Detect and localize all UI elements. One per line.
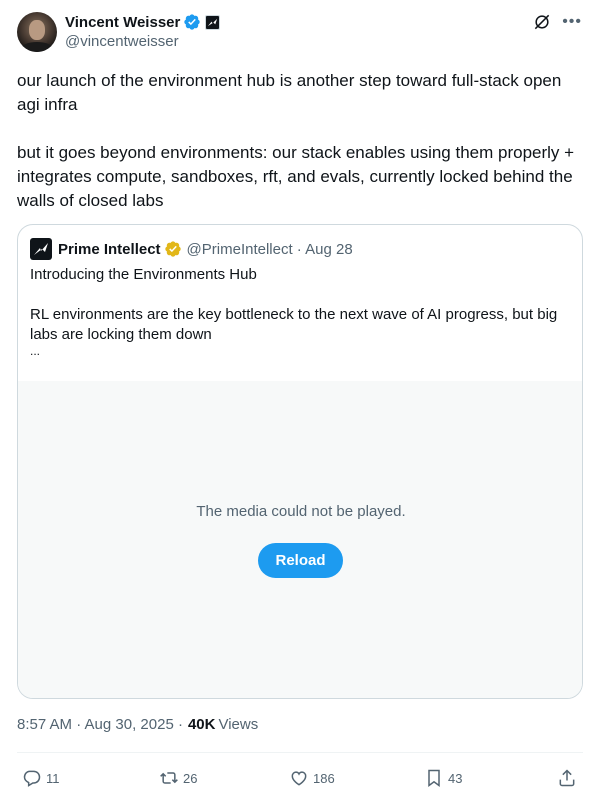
author-handle[interactable]: @vincentweisser [65, 33, 179, 50]
reload-button[interactable]: Reload [258, 543, 343, 578]
quoted-text-line: Introducing the Environments Hub [30, 266, 257, 283]
more-options-icon[interactable]: ••• [562, 12, 582, 32]
views-label: Views [218, 716, 259, 733]
quoted-text-line: RL environments are the key bottleneck t… [30, 306, 558, 343]
reply-button[interactable]: 11 [22, 767, 60, 789]
quoted-text-ellipsis: ... [30, 344, 41, 358]
quoted-author-name[interactable]: Prime Intellect [58, 241, 161, 258]
prime-intellect-logo-icon[interactable] [30, 238, 52, 260]
media-player[interactable]: The media could not be played. Reload [18, 381, 582, 698]
avatar-shirt [21, 42, 53, 52]
author-name-row: Vincent Weisser [65, 12, 221, 32]
tweet-paragraph: our launch of the environment hub is ano… [17, 71, 562, 114]
quoted-tweet-card[interactable]: Prime Intellect @PrimeIntellect · Aug 28… [17, 224, 583, 699]
quoted-handle-date[interactable]: @PrimeIntellect · Aug 28 [187, 241, 353, 258]
author-name[interactable]: Vincent Weisser [65, 14, 180, 31]
quoted-tweet-header: Prime Intellect @PrimeIntellect · Aug 28 [30, 238, 353, 260]
heart-icon [291, 771, 307, 786]
media-error-message: The media could not be played. [196, 503, 406, 520]
avatar-face [29, 20, 45, 40]
divider [17, 752, 583, 753]
affiliation-badge-icon[interactable] [205, 14, 221, 30]
tweet-timestamp[interactable]: 8:57 AM · Aug 30, 2025 · [17, 716, 183, 733]
bookmark-icon [428, 769, 440, 787]
repost-icon [160, 772, 178, 784]
reply-count: 11 [46, 770, 60, 786]
like-button[interactable]: 186 [289, 767, 335, 789]
tweet: Vincent Weisser @vincentweisser ••• our … [0, 0, 599, 803]
views-count: 40K [187, 716, 216, 733]
share-icon [559, 769, 575, 787]
like-count: 186 [313, 770, 335, 786]
gold-verified-badge-icon [164, 241, 181, 257]
quoted-tweet-text: Introducing the Environments Hub RL envi… [30, 265, 560, 357]
reply-icon [23, 770, 41, 787]
bookmark-count: 43 [448, 770, 463, 786]
top-actions: ••• [532, 12, 582, 32]
author-avatar[interactable] [17, 12, 57, 52]
repost-count: 26 [183, 770, 198, 786]
tweet-paragraph: but it goes beyond environments: our sta… [17, 143, 575, 210]
share-button[interactable] [557, 767, 577, 789]
tweet-meta: 8:57 AM · Aug 30, 2025 · 40K Views [17, 716, 258, 733]
tweet-text: our launch of the environment hub is ano… [17, 69, 583, 213]
bookmark-button[interactable]: 43 [424, 767, 462, 789]
grok-icon[interactable] [532, 12, 552, 32]
verified-badge-icon [184, 14, 201, 30]
repost-button[interactable]: 26 [159, 767, 197, 789]
